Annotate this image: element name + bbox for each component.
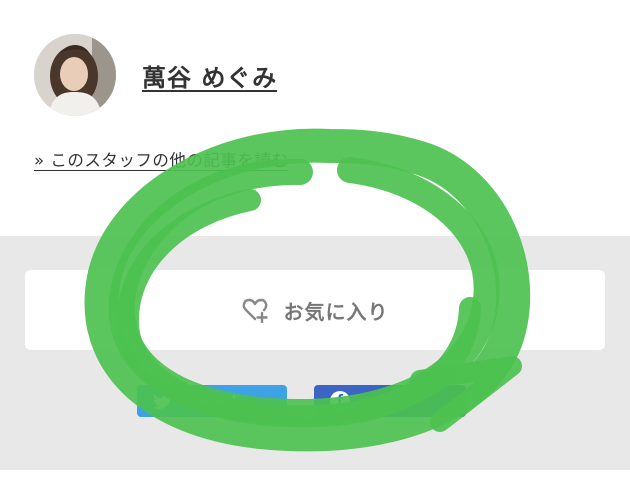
avatar[interactable] <box>34 34 116 116</box>
staff-name-link[interactable]: 萬谷 めぐみ <box>142 58 277 93</box>
staff-header: 萬谷 めぐみ <box>34 34 277 116</box>
heart-plus-icon <box>242 297 270 324</box>
facebook-icon: f <box>330 391 350 411</box>
favorite-label: お気に入り <box>283 299 389 324</box>
more-articles-link[interactable]: » このスタッフの他の記事を読む <box>34 147 288 171</box>
twitter-bird-icon <box>153 393 173 409</box>
tweet-label: ツイート <box>183 392 244 411</box>
facebook-share-button[interactable]: f <box>314 385 466 417</box>
favorite-button[interactable]: お気に入り <box>25 270 605 350</box>
tweet-button[interactable]: ツイート <box>137 385 287 417</box>
